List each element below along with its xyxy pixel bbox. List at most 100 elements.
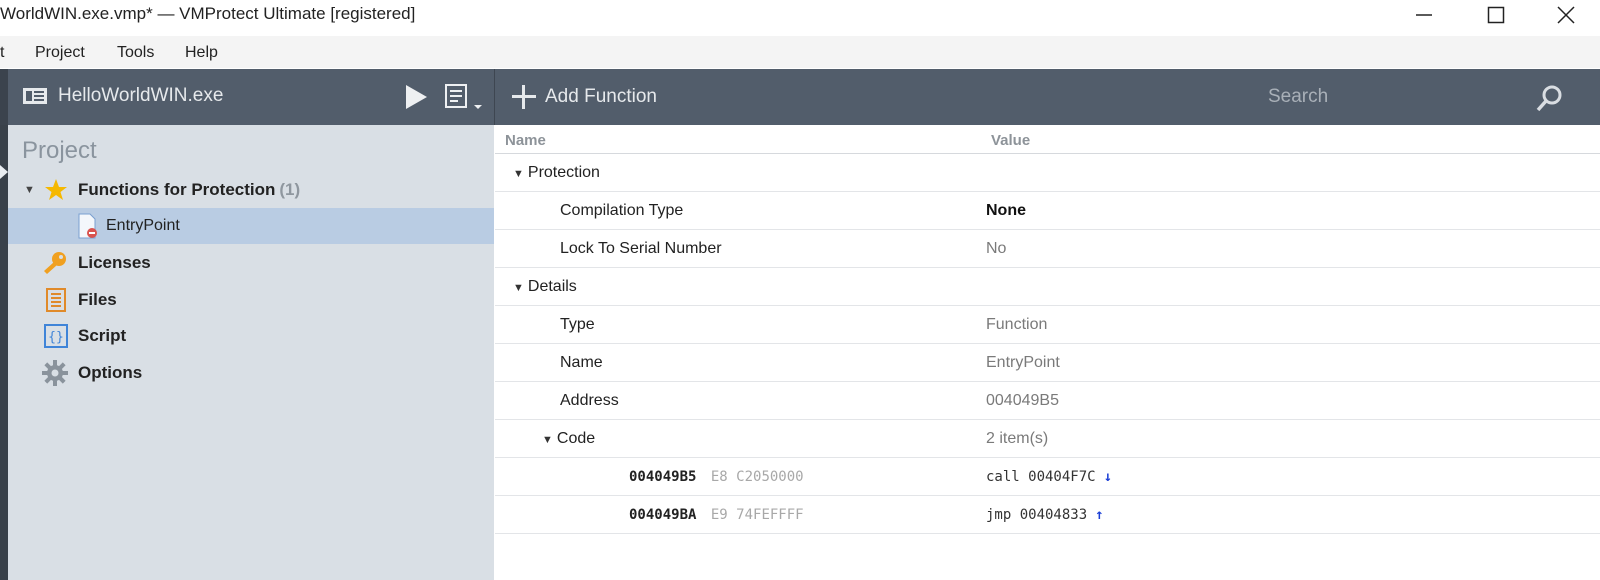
search-button[interactable] <box>1536 84 1564 117</box>
entrypoint-label: EntryPoint <box>106 217 180 234</box>
compilation-type-label: Compilation Type <box>560 202 684 219</box>
script-icon: {} <box>44 324 68 348</box>
property-row-address[interactable]: Address 004049B5 <box>495 382 1600 420</box>
menu-help[interactable]: Help <box>185 44 218 62</box>
menu-bar: t Project Tools Help <box>0 36 1600 68</box>
collapse-arrow-icon[interactable]: ▼ <box>513 168 524 180</box>
lock-serial-value[interactable]: No <box>986 240 1006 258</box>
function-file-icon <box>78 213 97 239</box>
panel-pointer <box>0 165 8 179</box>
code-line-address-bytes: 004049B5 E8 C2050000 <box>629 469 804 485</box>
code-bytes: E8 C2050000 <box>710 469 804 485</box>
code-instruction: jmp 00404833 ↑ <box>986 507 1104 523</box>
property-grid: Name Value ▼ Protection Compilation Type … <box>495 125 1600 580</box>
files-label: Files <box>78 290 117 309</box>
functions-count: (1) <box>279 180 301 199</box>
title-bar: WorldWIN.exe.vmp* — VMProtect Ultimate [… <box>0 0 1600 30</box>
jump-up-arrow-icon[interactable]: ↑ <box>1095 507 1103 523</box>
menu-tools[interactable]: Tools <box>117 44 154 62</box>
svg-text:{}: {} <box>48 330 64 345</box>
property-row-lock-serial[interactable]: Lock To Serial Number No <box>495 230 1600 268</box>
search-icon <box>1536 85 1562 112</box>
lock-serial-label: Lock To Serial Number <box>560 240 722 257</box>
project-file-name: HelloWorldWIN.exe <box>58 85 224 106</box>
project-tree-header: Project <box>22 137 97 164</box>
name-value: EntryPoint <box>986 354 1060 371</box>
compile-menu-icon <box>445 84 482 109</box>
plus-icon <box>512 85 536 109</box>
toolbar-edge <box>0 69 8 125</box>
collapse-arrow-icon[interactable]: ▼ <box>24 184 40 196</box>
type-label: Type <box>560 316 595 333</box>
compilation-type-value[interactable]: None <box>986 202 1026 220</box>
protection-label: Protection <box>527 164 600 181</box>
tree-item-entrypoint[interactable]: EntryPoint <box>8 208 494 244</box>
options-label: Options <box>78 363 143 382</box>
tree-item-files[interactable]: Files <box>8 282 494 318</box>
code-value: 2 item(s) <box>986 430 1049 447</box>
details-group-label: ▼ Details <box>513 278 577 296</box>
menu-project[interactable]: Project <box>35 44 85 62</box>
functions-label: Functions for Protection <box>78 180 276 199</box>
window-title: WorldWIN.exe.vmp* — VMProtect Ultimate [… <box>0 4 416 23</box>
code-line-row[interactable]: 004049B5 E8 C2050000 call 00404F7C ↓ <box>495 458 1600 496</box>
code-asm: call 00404F7C <box>986 469 1096 485</box>
property-row-code[interactable]: ▼ Code 2 item(s) <box>495 420 1600 458</box>
star-icon <box>45 179 67 200</box>
compile-button[interactable] <box>444 83 486 116</box>
code-line-row[interactable]: 004049BA E9 74FEFFFF jmp 00404833 ↑ <box>495 496 1600 534</box>
panel-edge <box>0 125 8 580</box>
script-label: Script <box>78 326 127 345</box>
collapse-arrow-icon[interactable]: ▼ <box>542 434 553 446</box>
add-function-button[interactable]: Add Function <box>511 84 657 110</box>
run-button[interactable] <box>404 84 428 115</box>
play-icon <box>406 85 427 109</box>
close-icon <box>1557 6 1575 24</box>
code-asm: jmp 00404833 <box>986 507 1088 523</box>
tree-item-options[interactable]: Options <box>8 355 494 391</box>
key-icon <box>44 252 66 274</box>
protection-group-label: ▼ Protection <box>513 164 600 182</box>
address-label: Address <box>560 392 619 409</box>
tree-item-functions[interactable]: ▼ Functions for Protection (1) <box>8 172 494 208</box>
maximize-button[interactable] <box>1462 0 1530 30</box>
search-input[interactable] <box>1268 86 1508 108</box>
licenses-label: Licenses <box>78 253 151 272</box>
files-icon <box>46 288 66 312</box>
code-label: Code <box>556 430 596 447</box>
group-row-protection[interactable]: ▼ Protection <box>495 154 1600 192</box>
name-column-header[interactable]: Name <box>505 132 546 149</box>
toolbar-divider <box>494 69 495 125</box>
minimize-button[interactable] <box>1390 0 1458 30</box>
project-tree-panel: Project ▼ Functions for Protection (1) E… <box>0 125 494 580</box>
property-row-type[interactable]: Type Function <box>495 306 1600 344</box>
code-instruction: call 00404F7C ↓ <box>986 469 1112 485</box>
details-label: Details <box>527 278 577 295</box>
type-value: Function <box>986 316 1048 333</box>
group-row-details[interactable]: ▼ Details <box>495 268 1600 306</box>
code-group-label: ▼ Code <box>542 430 595 448</box>
address-value: 004049B5 <box>986 392 1059 409</box>
name-label: Name <box>560 354 603 371</box>
collapse-arrow-icon[interactable]: ▼ <box>513 282 524 294</box>
menu-edit[interactable]: t <box>0 44 4 62</box>
jump-down-arrow-icon[interactable]: ↓ <box>1104 469 1112 485</box>
property-row-compilation-type[interactable]: Compilation Type None <box>495 192 1600 230</box>
gear-icon <box>42 360 68 386</box>
code-address: 004049B5 <box>629 469 697 485</box>
tree-item-licenses[interactable]: Licenses <box>8 245 494 281</box>
grid-header: Name Value <box>495 125 1600 154</box>
code-address: 004049BA <box>629 507 697 523</box>
code-line-address-bytes: 004049BA E9 74FEFFFF <box>629 507 804 523</box>
close-button[interactable] <box>1532 0 1600 30</box>
add-function-label: Add Function <box>545 86 657 107</box>
code-bytes: E9 74FEFFFF <box>710 507 804 523</box>
toolbar: HelloWorldWIN.exe Add Function <box>0 69 1600 125</box>
property-row-name[interactable]: Name EntryPoint <box>495 344 1600 382</box>
maximize-icon <box>1487 6 1505 24</box>
value-column-header[interactable]: Value <box>991 132 1030 149</box>
project-file-selector[interactable]: HelloWorldWIN.exe <box>22 85 223 107</box>
executable-file-icon <box>23 88 47 104</box>
minimize-icon <box>1416 14 1432 16</box>
tree-item-script[interactable]: {} Script <box>8 318 494 354</box>
